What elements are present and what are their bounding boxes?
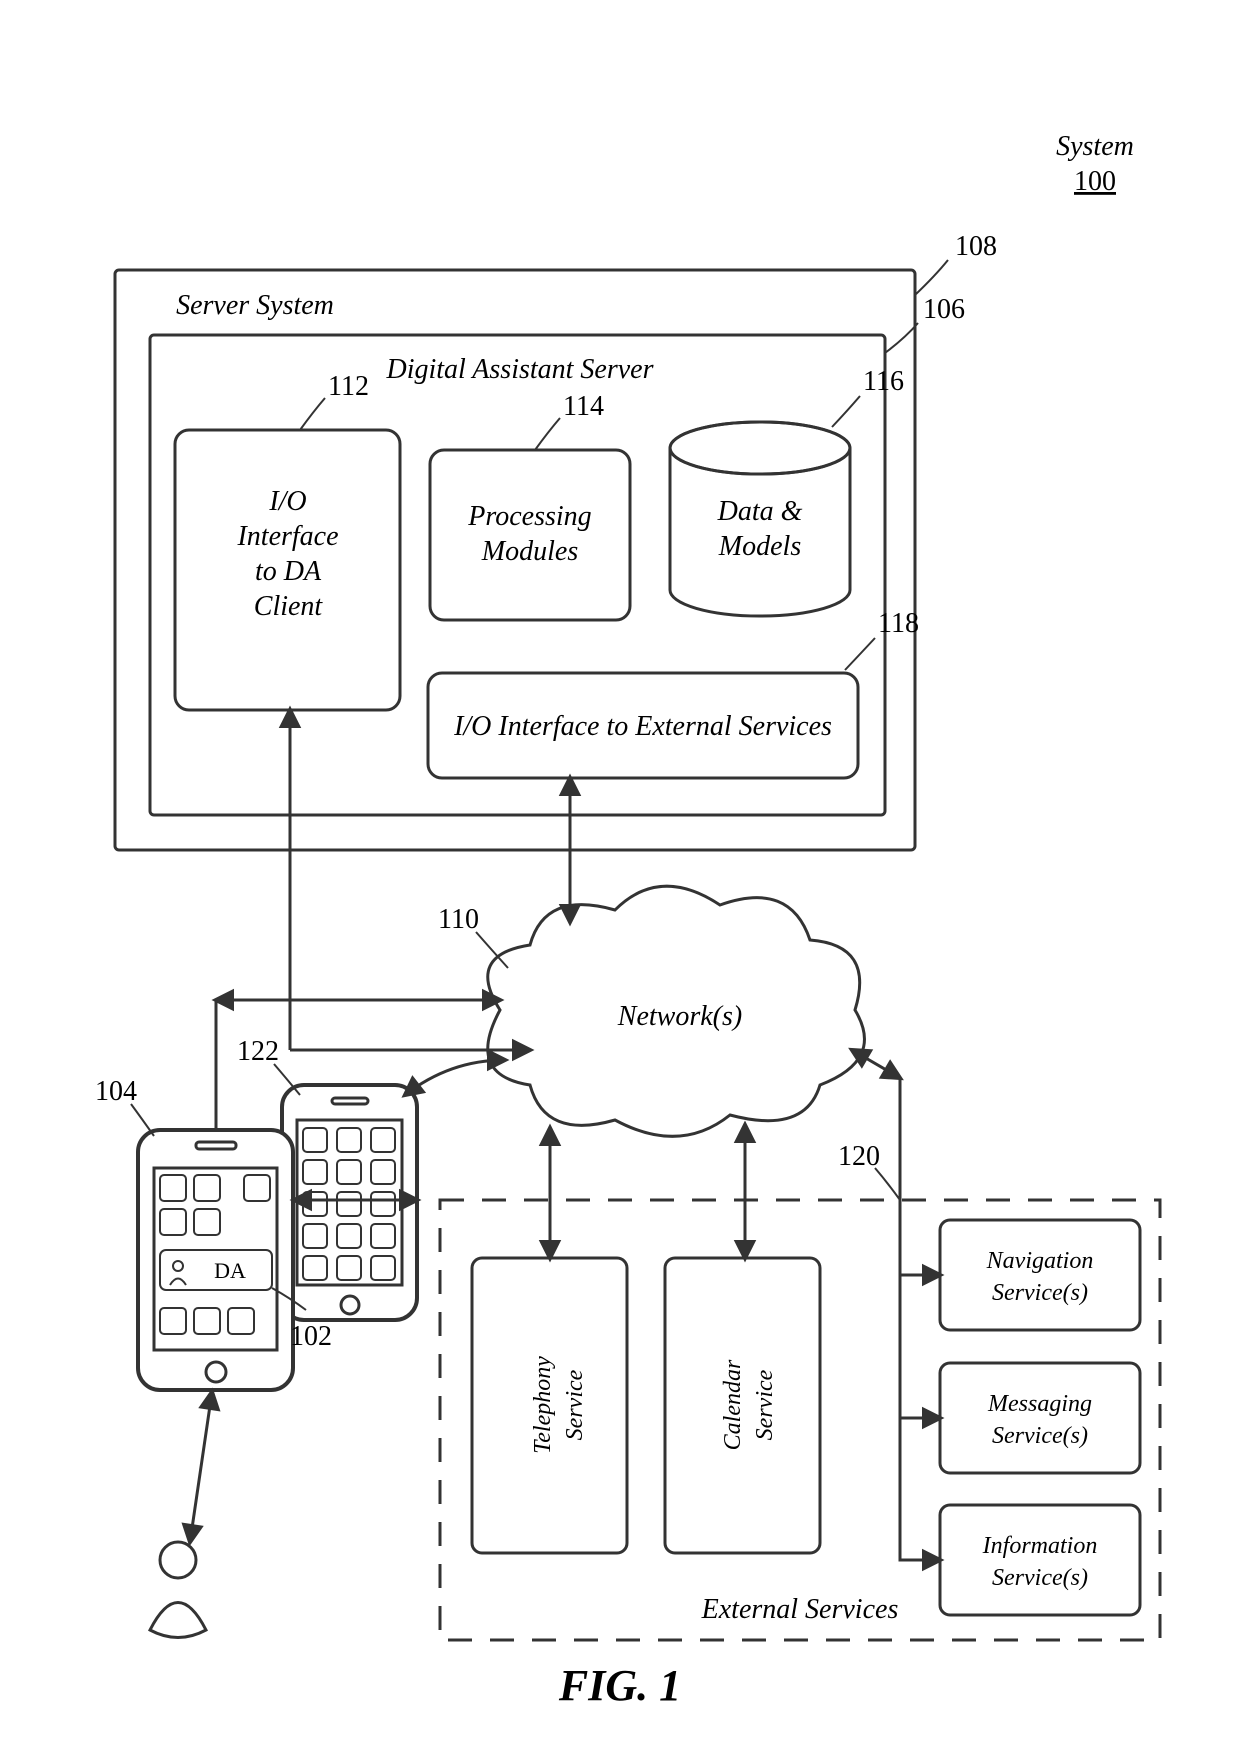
device-phone-primary: DA xyxy=(138,1130,293,1390)
system-label: System xyxy=(1056,131,1134,162)
phone1-inner-ref: 102 xyxy=(290,1321,332,1352)
information-l1: Information xyxy=(982,1533,1098,1559)
data-models-line1: Data & xyxy=(717,496,803,527)
navigation-l2: Service(s) xyxy=(992,1280,1088,1306)
system-id: 100 xyxy=(1074,166,1116,197)
server-system-ref: 108 xyxy=(955,231,997,262)
io-ext-label: I/O Interface to External Services xyxy=(453,711,832,742)
phone2-ref: 122 xyxy=(237,1036,279,1067)
data-models-ref: 116 xyxy=(863,366,904,397)
calendar-l2: Service xyxy=(752,1369,778,1440)
io-ext-ref: 118 xyxy=(878,608,919,639)
io-client-ref: 112 xyxy=(328,371,369,402)
da-server-label: Digital Assistant Server xyxy=(385,354,653,385)
data-models-line2: Models xyxy=(718,531,802,562)
navigation-box xyxy=(940,1220,1140,1330)
da-widget: DA xyxy=(160,1250,272,1290)
network-ref: 110 xyxy=(438,904,479,935)
system-architecture-diagram: System 100 Server System 108 Digital Ass… xyxy=(0,0,1240,1738)
processing-box xyxy=(430,450,630,620)
information-box xyxy=(940,1505,1140,1615)
external-services-ref: 120 xyxy=(838,1141,880,1172)
network-label: Network(s) xyxy=(617,1001,742,1032)
messaging-box xyxy=(940,1363,1140,1473)
processing-line1: Processing xyxy=(467,501,591,532)
figure-caption: FIG. 1 xyxy=(558,1661,681,1710)
messaging-l1: Messaging xyxy=(987,1391,1092,1417)
io-client-line4: Client xyxy=(254,591,324,622)
phone1-ref: 104 xyxy=(95,1076,137,1107)
server-system-label: Server System xyxy=(176,290,334,321)
user-icon xyxy=(150,1542,206,1638)
device-phone-secondary xyxy=(282,1085,417,1320)
telephony-l2: Service xyxy=(562,1369,588,1440)
io-client-line1: I/O xyxy=(268,486,306,517)
messaging-l2: Service(s) xyxy=(992,1423,1088,1449)
processing-line2: Modules xyxy=(481,536,579,567)
io-client-line3: to DA xyxy=(255,556,322,587)
telephony-l1: Telephony xyxy=(530,1356,556,1454)
io-client-line2: Interface xyxy=(236,521,338,552)
da-label: DA xyxy=(214,1258,246,1283)
external-services-label: External Services xyxy=(701,1594,899,1625)
calendar-l1: Calendar xyxy=(720,1359,746,1450)
da-server-ref: 106 xyxy=(923,294,965,325)
navigation-l1: Navigation xyxy=(986,1248,1094,1274)
processing-ref: 114 xyxy=(563,391,604,422)
information-l2: Service(s) xyxy=(992,1565,1088,1591)
